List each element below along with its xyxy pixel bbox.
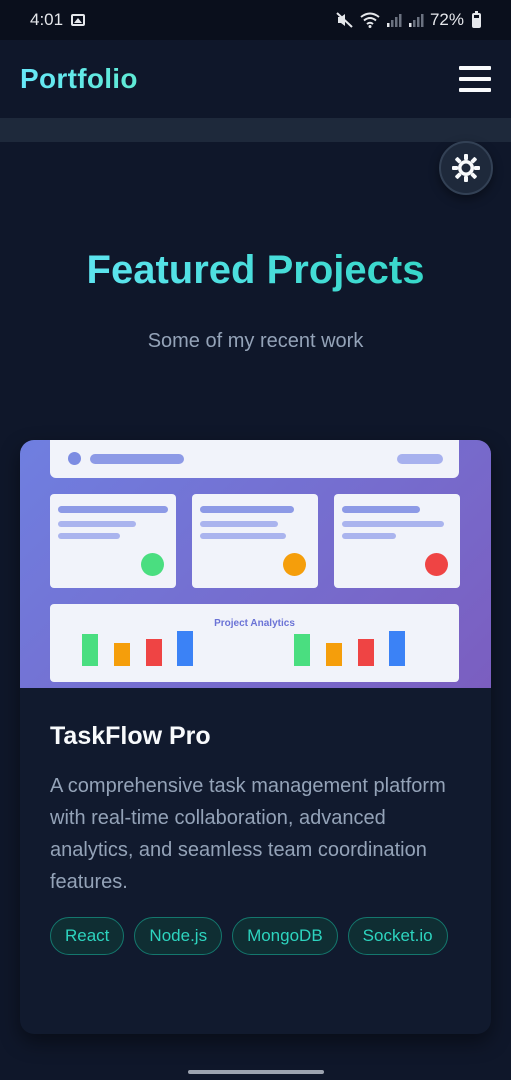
project-card[interactable]: Project Analytics TaskFlow Pro A compreh… — [20, 440, 491, 1034]
signal-icon-1 — [386, 14, 402, 27]
tech-tag: Node.js — [134, 917, 223, 955]
tech-tag: React — [50, 917, 125, 955]
wifi-icon — [360, 12, 380, 28]
theme-toggle-button[interactable] — [439, 141, 493, 195]
navbar: Portfolio — [0, 40, 511, 118]
preview-card-2 — [192, 494, 318, 588]
battery-icon — [472, 10, 481, 28]
mute-icon — [336, 12, 353, 28]
tech-tag: MongoDB — [232, 917, 338, 955]
status-bar: 4:01 72% — [0, 0, 511, 40]
analytics-bar — [326, 643, 342, 666]
logo[interactable]: Portfolio — [20, 63, 138, 95]
preview-line — [200, 506, 294, 513]
preview-title-line — [90, 454, 184, 464]
status-right: 72% — [336, 10, 481, 30]
analytics-bar — [358, 639, 374, 666]
nav-divider — [0, 118, 511, 142]
preview-header-bar — [50, 440, 459, 478]
preview-analytics-panel: Project Analytics — [50, 604, 459, 682]
analytics-label: Project Analytics — [214, 618, 295, 629]
section-title: Featured Projects — [0, 248, 511, 293]
preview-action-line — [397, 454, 443, 464]
gallery-notification-icon — [71, 14, 86, 26]
project-preview-image: Project Analytics — [20, 440, 491, 688]
analytics-bar — [114, 643, 130, 666]
home-indicator[interactable] — [188, 1070, 324, 1074]
status-dot-green — [141, 553, 164, 576]
section-subtitle: Some of my recent work — [147, 330, 364, 352]
preview-line — [342, 506, 420, 513]
project-title[interactable]: TaskFlow Pro — [50, 722, 211, 751]
analytics-bar — [82, 634, 98, 666]
analytics-bar — [294, 634, 310, 666]
status-dot-red — [425, 553, 448, 576]
preview-card-1 — [50, 494, 176, 588]
preview-line — [342, 533, 396, 539]
signal-icon-2 — [408, 14, 424, 27]
status-dot-amber — [283, 553, 306, 576]
preview-card-3 — [334, 494, 460, 588]
status-left: 4:01 — [30, 10, 86, 30]
preview-line — [58, 521, 136, 527]
preview-dot — [68, 452, 81, 465]
status-time: 4:01 — [30, 10, 64, 29]
sun-icon — [452, 154, 480, 182]
analytics-bar — [177, 631, 193, 666]
tech-tags: React Node.js MongoDB Socket.io — [50, 917, 470, 955]
project-description: A comprehensive task management platform… — [50, 775, 446, 893]
preview-line — [200, 521, 278, 527]
analytics-bar — [146, 639, 162, 666]
battery-percent: 72% — [429, 10, 464, 29]
analytics-bar — [389, 631, 405, 666]
preview-line — [58, 506, 168, 513]
tech-tag: Socket.io — [347, 917, 448, 955]
preview-line — [342, 521, 444, 527]
hamburger-menu-icon[interactable] — [459, 66, 491, 92]
preview-line — [200, 533, 286, 539]
preview-line — [58, 533, 120, 539]
